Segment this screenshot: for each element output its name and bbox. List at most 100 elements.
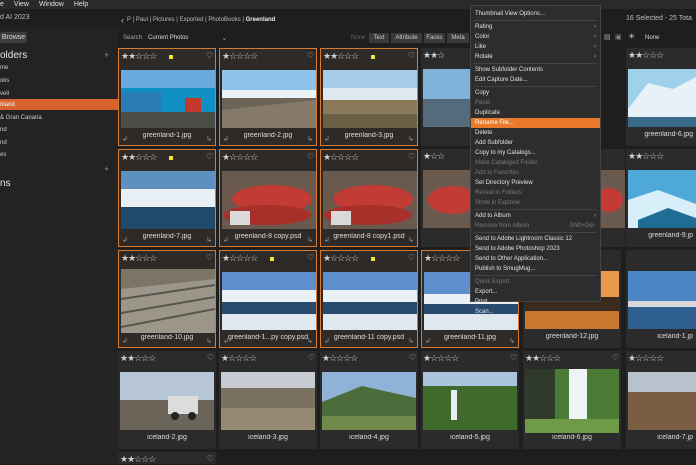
thumbnail-tile[interactable]: ★☆☆☆☆ ♡ greenland-8 copy1.psd ↲ ↳ <box>320 149 418 247</box>
context-menu-item[interactable]: Rotate › <box>471 52 600 62</box>
context-menu-item[interactable]: Set Directory Preview <box>471 178 600 188</box>
star-rating[interactable]: ★☆☆☆☆ <box>423 353 459 364</box>
context-menu-item[interactable]: Color › <box>471 32 600 42</box>
heart-icon[interactable]: ♡ <box>408 152 415 161</box>
context-menu-item[interactable]: Copy <box>471 88 600 98</box>
star-rating[interactable]: ★★☆☆☆ <box>121 253 157 264</box>
star-rating[interactable]: ★☆☆☆☆ <box>222 152 258 163</box>
menu-view[interactable]: View <box>14 1 29 8</box>
rotate-right-icon[interactable]: ↳ <box>408 135 414 143</box>
heart-icon[interactable]: ♡ <box>612 353 619 362</box>
star-rating[interactable]: ★☆☆☆☆ <box>323 152 359 163</box>
heart-icon[interactable]: ♡ <box>207 353 214 362</box>
star-rating[interactable]: ★★☆☆☆ <box>121 152 157 163</box>
menu-help[interactable]: Help <box>74 1 88 8</box>
filter-faces-tab[interactable]: Faces <box>424 33 445 43</box>
rotate-right-icon[interactable]: ↳ <box>307 337 313 345</box>
context-menu-item[interactable]: Export... <box>471 287 600 297</box>
thumbnail-tile[interactable]: ★☆☆☆☆ ♡ greenland-2.jpg ↲ ↳ <box>219 48 317 146</box>
rotate-right-icon[interactable]: ↳ <box>408 337 414 345</box>
star-rating[interactable]: ★☆☆☆☆ <box>322 353 358 364</box>
rotate-left-icon[interactable]: ↲ <box>122 337 128 345</box>
back-icon[interactable]: ‹ <box>121 15 124 25</box>
heart-icon[interactable]: ♡ <box>307 253 314 262</box>
context-menu-item[interactable]: Show Subfolder Contents <box>471 65 600 75</box>
breadcrumb-current[interactable]: Greenland <box>246 17 276 23</box>
thumbnail-tile[interactable]: ★★☆☆☆ ♡ greenland-3.jpg ↲ ↳ <box>320 48 418 146</box>
star-rating[interactable]: ★★☆ <box>423 50 445 61</box>
heart-icon[interactable]: ♡ <box>409 353 416 362</box>
rotate-right-icon[interactable]: ↳ <box>206 337 212 345</box>
sidebar-item[interactable]: vell <box>0 88 118 99</box>
layers-icon[interactable]: ▤ <box>604 33 611 41</box>
thumbnail-tile[interactable]: ★★☆☆☆ greenland-9.jp <box>626 149 696 247</box>
sidebar-item[interactable]: & Gran Canaria <box>0 112 118 123</box>
filter-meta-tab[interactable]: Meta <box>447 33 469 43</box>
thumbnail-tile[interactable]: ★★☆☆☆ ♡ <box>118 452 216 464</box>
context-menu-item[interactable]: Send to Adobe Lightroom Classic 12 <box>471 234 600 244</box>
thumbnail-tile[interactable]: ★★☆☆☆ ♡ greenland-1.jpg ↲ ↳ <box>118 48 216 146</box>
section-heading[interactable]: ns <box>0 178 11 189</box>
heart-icon[interactable]: ♡ <box>206 253 213 262</box>
rotate-right-icon[interactable]: ↳ <box>408 236 414 244</box>
rotate-right-icon[interactable]: ↳ <box>206 135 212 143</box>
rotate-left-icon[interactable]: ↲ <box>223 135 229 143</box>
star-rating[interactable]: ★★☆☆☆ <box>121 51 157 62</box>
thumbnail-tile[interactable]: ★☆☆☆☆ ♡ iceland-3.jpg <box>219 351 317 449</box>
star-rating[interactable]: ★★☆☆☆ <box>628 151 664 162</box>
thumbnail-tile[interactable]: ★★☆☆☆ greenland-6.jpg <box>626 48 696 146</box>
rotate-left-icon[interactable]: ↲ <box>324 135 330 143</box>
folders-heading[interactable]: olders <box>0 50 27 61</box>
context-menu-item[interactable]: Print... <box>471 297 600 307</box>
thumbnail-tile[interactable]: ★☆☆ <box>421 149 471 247</box>
heart-icon[interactable]: ♡ <box>307 152 314 161</box>
context-menu-item[interactable]: Like › <box>471 42 600 52</box>
rotate-right-icon[interactable]: ↳ <box>509 337 515 345</box>
context-menu-item[interactable]: Publish to SmugMug... <box>471 264 600 274</box>
thumbnail-tile[interactable]: ★☆☆☆☆ iceland-7.jp <box>626 351 696 449</box>
rotate-right-icon[interactable]: ↳ <box>307 135 313 143</box>
heart-icon[interactable]: ♡ <box>307 51 314 60</box>
star-rating[interactable]: ★★☆☆☆ <box>120 454 156 465</box>
context-menu-item[interactable]: Duplicate <box>471 108 600 118</box>
thumbnail-tile[interactable]: ★★☆☆☆ ♡ greenland-10.jpg ↲ ↳ <box>118 250 216 348</box>
menu-edit[interactable]: e <box>0 1 4 8</box>
add-item-icon[interactable]: + <box>104 164 109 174</box>
context-menu-item[interactable]: Add to Album › <box>471 211 600 221</box>
context-menu-item[interactable]: Add Subfolder <box>471 138 600 148</box>
context-menu-item[interactable]: Thumbnail View Options... <box>471 9 600 19</box>
breadcrumb-item[interactable]: PhotoBooks <box>208 17 240 23</box>
thumbnail-tile[interactable]: ★★☆☆☆ ♡ greenland-7.jpg ↲ ↳ <box>118 149 216 247</box>
star-rating[interactable]: ★☆☆☆☆ <box>221 353 257 364</box>
breadcrumb-item[interactable]: Paul <box>136 17 148 23</box>
filter-attribute-tab[interactable]: Attribute <box>391 33 422 43</box>
rotate-left-icon[interactable]: ↲ <box>223 236 229 244</box>
rotate-right-icon[interactable]: ↳ <box>307 236 313 244</box>
context-menu-item[interactable]: Rating › <box>471 22 600 32</box>
heart-icon[interactable]: ♡ <box>408 51 415 60</box>
image-icon[interactable]: ▣ <box>615 33 622 41</box>
rotate-left-icon[interactable]: ↲ <box>324 236 330 244</box>
filter-text-tab[interactable]: Text <box>369 33 389 43</box>
thumbnail-tile[interactable]: ★☆☆☆☆ ♡ greenland-1...py copy.psd ↲ ↳ <box>219 250 317 348</box>
breadcrumb-item[interactable]: Exported <box>179 17 203 23</box>
star-rating[interactable]: ★★☆☆☆ <box>323 51 359 62</box>
sun-icon[interactable]: ☀ <box>628 32 635 41</box>
chevron-down-icon[interactable]: ⌄ <box>221 34 227 42</box>
heart-icon[interactable]: ♡ <box>206 51 213 60</box>
rotate-left-icon[interactable]: ↲ <box>122 236 128 244</box>
heart-icon[interactable]: ♡ <box>207 454 214 463</box>
star-rating[interactable]: ★☆☆ <box>423 151 445 162</box>
heart-icon[interactable]: ♡ <box>510 353 517 362</box>
browse-button[interactable]: Browse <box>0 32 27 43</box>
sidebar-item[interactable]: nd <box>0 137 118 148</box>
heart-icon[interactable]: ♡ <box>408 253 415 262</box>
star-rating[interactable]: ★☆☆☆☆ <box>222 253 258 264</box>
thumbnail-tile[interactable]: ★☆☆☆☆ ♡ greenland-8 copy.psd ↲ ↳ <box>219 149 317 247</box>
context-menu-item[interactable]: Copy to my Catalogs... <box>471 148 600 158</box>
star-rating[interactable]: ★★☆☆☆ <box>120 353 156 364</box>
thumbnail-tile[interactable]: ★☆☆☆☆ ♡ iceland-4.jpg <box>320 351 418 449</box>
rotate-left-icon[interactable]: ↲ <box>122 135 128 143</box>
thumbnail-tile[interactable]: ★☆☆☆☆ ♡ greenland-11 copy.psd ↲ ↳ <box>320 250 418 348</box>
context-menu-item[interactable]: Scan... <box>471 307 600 317</box>
